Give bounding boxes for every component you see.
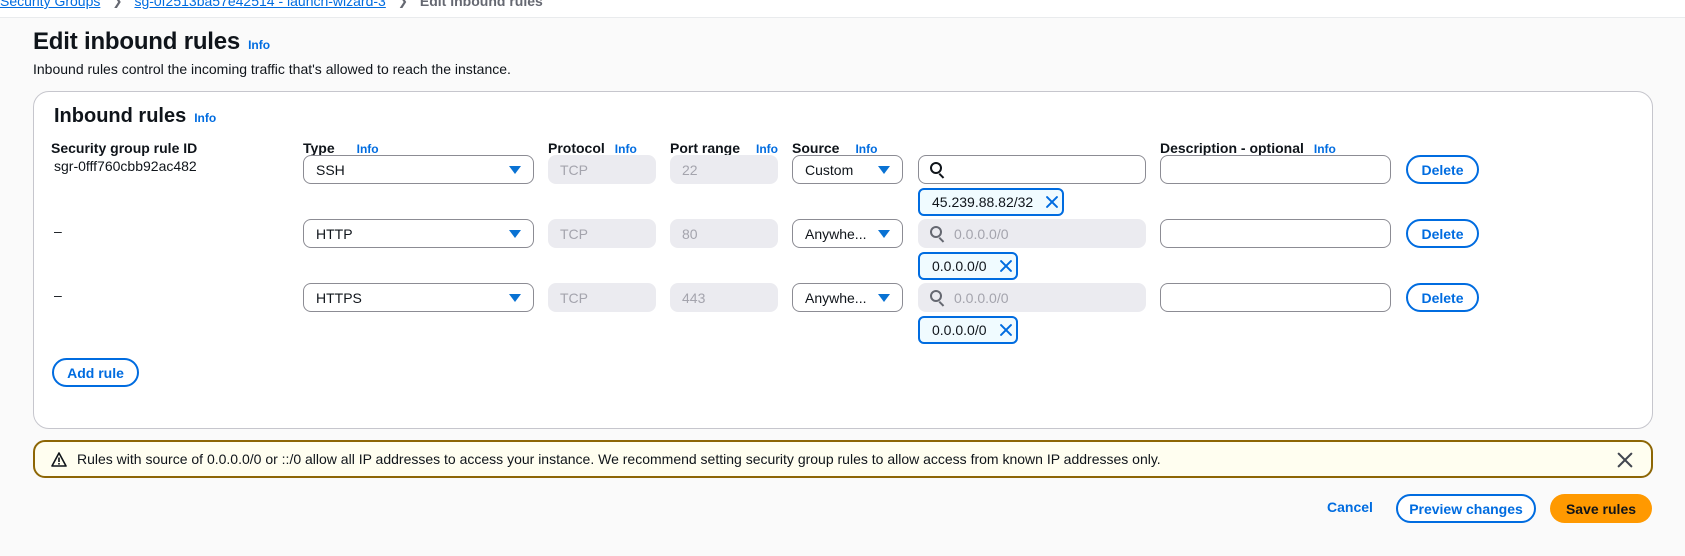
source-select-value: Anywhe... [805,289,867,306]
source-search-input[interactable] [918,155,1146,184]
page-description: Inbound rules control the incoming traff… [33,61,511,77]
column-header-port-range: Port range Info [670,140,778,156]
column-header-rule-id: Security group rule ID [51,140,197,156]
type-select[interactable]: HTTPS [303,283,534,312]
dismiss-icon[interactable] [1045,195,1059,209]
warning-icon [51,451,67,467]
type-select-value: SSH [316,161,345,178]
search-placeholder: 0.0.0.0/0 [954,289,1009,306]
column-header-type: Type Info [303,140,379,156]
caret-down-icon [509,166,521,174]
warning-alert: Rules with source of 0.0.0.0/0 or ::/0 a… [33,440,1653,478]
breadcrumb: Security Groups ❯ sg-0f2513ba57e42514 - … [0,0,543,9]
breadcrumb-security-group[interactable]: sg-0f2513ba57e42514 - launch-wizard-3 [134,0,385,9]
source-token: 0.0.0.0/0 [918,252,1018,280]
chevron-right-icon: ❯ [397,0,408,8]
column-header-description: Description - optional Info [1160,140,1336,156]
source-select[interactable]: Anywhe... [792,283,903,312]
source-select[interactable]: Custom [792,155,903,184]
token-label: 0.0.0.0/0 [932,322,987,338]
type-info-link[interactable]: Info [357,142,379,156]
source-select-value: Custom [805,161,854,178]
column-label: Description - optional [1160,140,1304,156]
column-header-source: Source Info [792,140,877,156]
warning-text: Rules with source of 0.0.0.0/0 or ::/0 a… [77,451,1161,467]
save-rules-button[interactable]: Save rules [1550,494,1652,523]
token-label: 0.0.0.0/0 [932,258,987,274]
search-icon [930,162,945,179]
description-input[interactable] [1160,155,1391,184]
caret-down-icon [509,230,521,238]
column-label: Security group rule ID [51,140,198,156]
dismiss-icon[interactable] [999,323,1013,337]
column-label: Port range [670,140,741,156]
container-header: Inbound rules Info [54,105,216,128]
port-range-field: 443 [670,283,778,312]
cancel-button[interactable]: Cancel [1327,499,1373,515]
page-info-link[interactable]: Info [248,38,270,52]
caret-down-icon [878,166,890,174]
page-title: Edit inbound rules [33,28,241,55]
source-token: 0.0.0.0/0 [918,316,1018,344]
type-select[interactable]: HTTP [303,219,534,248]
column-label: Type [303,140,335,156]
source-search-input: 0.0.0.0/0 [918,283,1146,312]
dismiss-icon[interactable] [999,259,1013,273]
protocol-info-link[interactable]: Info [615,142,637,156]
column-label: Source [792,140,840,156]
source-select-value: Anywhe... [805,225,867,242]
chevron-right-icon: ❯ [112,0,123,8]
protocol-field: TCP [548,155,656,184]
caret-down-icon [878,294,890,302]
breadcrumb-current: Edit inbound rules [419,0,543,9]
caret-down-icon [509,294,521,302]
source-info-link[interactable]: Info [855,142,877,156]
preview-changes-button[interactable]: Preview changes [1396,494,1536,523]
add-rule-button[interactable]: Add rule [52,358,139,387]
delete-button[interactable]: Delete [1406,219,1479,248]
search-placeholder: 0.0.0.0/0 [954,225,1009,242]
type-select-value: HTTP [316,225,353,242]
description-input[interactable] [1160,219,1391,248]
port-range-info-link[interactable]: Info [756,142,778,156]
rule-id: – [54,223,62,239]
token-label: 45.239.88.82/32 [932,194,1034,210]
port-range-field: 22 [670,155,778,184]
type-select[interactable]: SSH [303,155,534,184]
search-icon [930,226,945,243]
type-select-value: HTTPS [316,289,362,306]
container-title: Inbound rules [54,105,187,127]
top-bar: Security Groups ❯ sg-0f2513ba57e42514 - … [0,0,1685,18]
source-token: 45.239.88.82/32 [918,188,1064,216]
protocol-field: TCP [548,219,656,248]
delete-button[interactable]: Delete [1406,155,1479,184]
breadcrumb-security-groups[interactable]: Security Groups [0,0,100,9]
page-header: Edit inbound rules Info [33,28,270,56]
port-range-field: 80 [670,219,778,248]
description-info-link[interactable]: Info [1314,142,1336,156]
caret-down-icon [878,230,890,238]
description-input[interactable] [1160,283,1391,312]
source-search-input: 0.0.0.0/0 [918,219,1146,248]
column-header-protocol: Protocol Info [548,140,637,156]
source-select[interactable]: Anywhe... [792,219,903,248]
rule-id: sgr-0fff760cbb92ac482 [54,158,197,174]
protocol-field: TCP [548,283,656,312]
rule-id: – [54,287,62,303]
column-label: Protocol [548,140,605,156]
container-info-link[interactable]: Info [194,111,216,125]
search-icon [930,290,945,307]
inbound-rules-container: Inbound rules Info Security group rule I… [33,91,1653,429]
delete-button[interactable]: Delete [1406,283,1479,312]
close-icon[interactable] [1617,452,1633,468]
